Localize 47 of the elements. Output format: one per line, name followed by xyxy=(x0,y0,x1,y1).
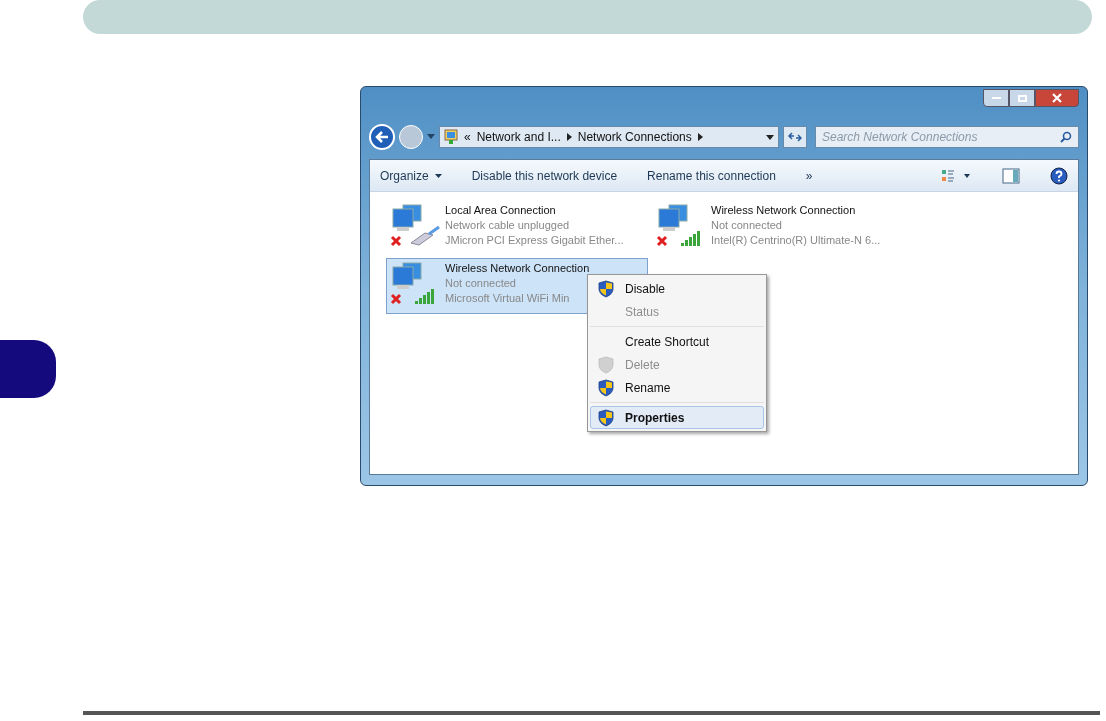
connection-name: Wireless Network Connection xyxy=(711,203,857,218)
network-adapter-icon xyxy=(389,203,441,249)
breadcrumb-item[interactable]: Network and I... xyxy=(476,128,561,146)
arrow-left-icon xyxy=(375,131,389,143)
shield-icon xyxy=(598,355,614,374)
breadcrumb-item[interactable]: Network Connections xyxy=(577,128,692,146)
caret-down-icon[interactable] xyxy=(766,134,774,140)
forward-button[interactable] xyxy=(399,125,423,149)
menu-item[interactable]: Create Shortcut xyxy=(590,330,764,353)
connection-item[interactable]: Local Area Connection Network cable unplugged JMicron PCI Express Gigabit Ether... xyxy=(386,200,648,256)
close-icon xyxy=(1052,93,1062,103)
refresh-icon xyxy=(788,132,802,142)
back-button[interactable] xyxy=(369,124,395,150)
maximize-button[interactable] xyxy=(1009,89,1035,107)
shield-icon xyxy=(598,408,614,427)
connection-status: Not connected xyxy=(445,276,517,291)
shield-icon xyxy=(598,279,614,298)
toolbar-button[interactable]: » xyxy=(805,166,813,185)
menu-item[interactable]: Rename xyxy=(590,376,764,399)
search-field[interactable]: Search Network Connections xyxy=(815,126,1079,148)
network-folder-icon xyxy=(444,129,458,145)
address-bar[interactable]: « Network and I... Network Connections xyxy=(439,126,779,148)
search-input[interactable]: Search Network Connections xyxy=(822,128,1060,146)
toolbar-button[interactable]: Disable this network device xyxy=(471,166,618,185)
adapter-name: Microsoft Virtual WiFi Min xyxy=(445,291,571,306)
chevron-right-icon[interactable] xyxy=(566,133,572,141)
breadcrumb-item[interactable]: « xyxy=(464,128,471,146)
caret-down-icon xyxy=(434,173,442,178)
toolbar-button[interactable]: Rename this connection xyxy=(647,166,776,185)
connection-name: Local Area Connection xyxy=(445,203,557,218)
menu-item[interactable]: Properties xyxy=(590,406,764,429)
shield-icon xyxy=(598,378,614,397)
view-options-icon[interactable] xyxy=(942,168,972,183)
adapter-name: JMicron PCI Express Gigabit Ether... xyxy=(445,233,624,248)
help-icon[interactable] xyxy=(1050,166,1068,185)
toolbar-button[interactable]: Organize xyxy=(380,166,442,185)
chevron-right-icon[interactable] xyxy=(697,133,703,141)
refresh-button[interactable] xyxy=(783,126,807,148)
connection-status: Network cable unplugged xyxy=(445,218,571,233)
connection-item[interactable]: Wireless Network Connection Not connected Intel(R) Centrino(R) Ultimate-N 6... xyxy=(652,200,914,256)
minimize-button[interactable] xyxy=(983,89,1009,107)
adapter-name: Intel(R) Centrino(R) Ultimate-N 6... xyxy=(711,233,881,248)
connection-status: Not connected xyxy=(711,218,783,233)
preview-pane-icon[interactable] xyxy=(1002,167,1020,184)
connection-name: Wireless Network Connection xyxy=(445,261,590,276)
search-icon xyxy=(1060,131,1072,143)
close-button[interactable] xyxy=(1035,89,1079,107)
